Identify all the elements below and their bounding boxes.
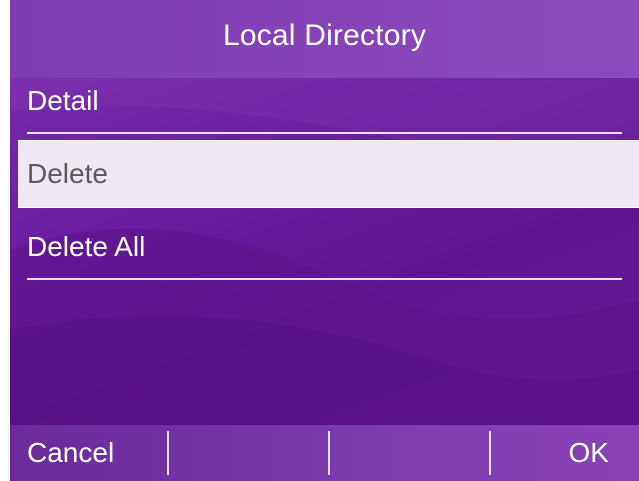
menu-item-label: Detail bbox=[27, 85, 99, 116]
divider bbox=[27, 132, 622, 134]
cancel-softkey[interactable]: Cancel bbox=[27, 425, 114, 481]
page-title: Local Directory bbox=[222, 19, 427, 52]
title-bar: Local Directory bbox=[10, 0, 639, 78]
ok-softkey[interactable]: OK bbox=[569, 425, 609, 481]
menu-item-delete-all[interactable]: Delete All bbox=[10, 214, 639, 280]
menu-item-delete[interactable]: Delete bbox=[18, 140, 639, 208]
menu-item-label: Delete All bbox=[27, 231, 146, 262]
phone-screen: Local Directory Detail Delete Delete All… bbox=[10, 0, 639, 481]
softkey-separator bbox=[328, 431, 330, 475]
softkey-separator bbox=[489, 431, 491, 475]
divider bbox=[27, 278, 622, 280]
softkey-bar: Cancel OK bbox=[10, 425, 639, 481]
menu-item-detail[interactable]: Detail bbox=[10, 68, 639, 134]
menu-item-label: Delete bbox=[27, 158, 108, 189]
softkey-separator bbox=[167, 431, 169, 475]
